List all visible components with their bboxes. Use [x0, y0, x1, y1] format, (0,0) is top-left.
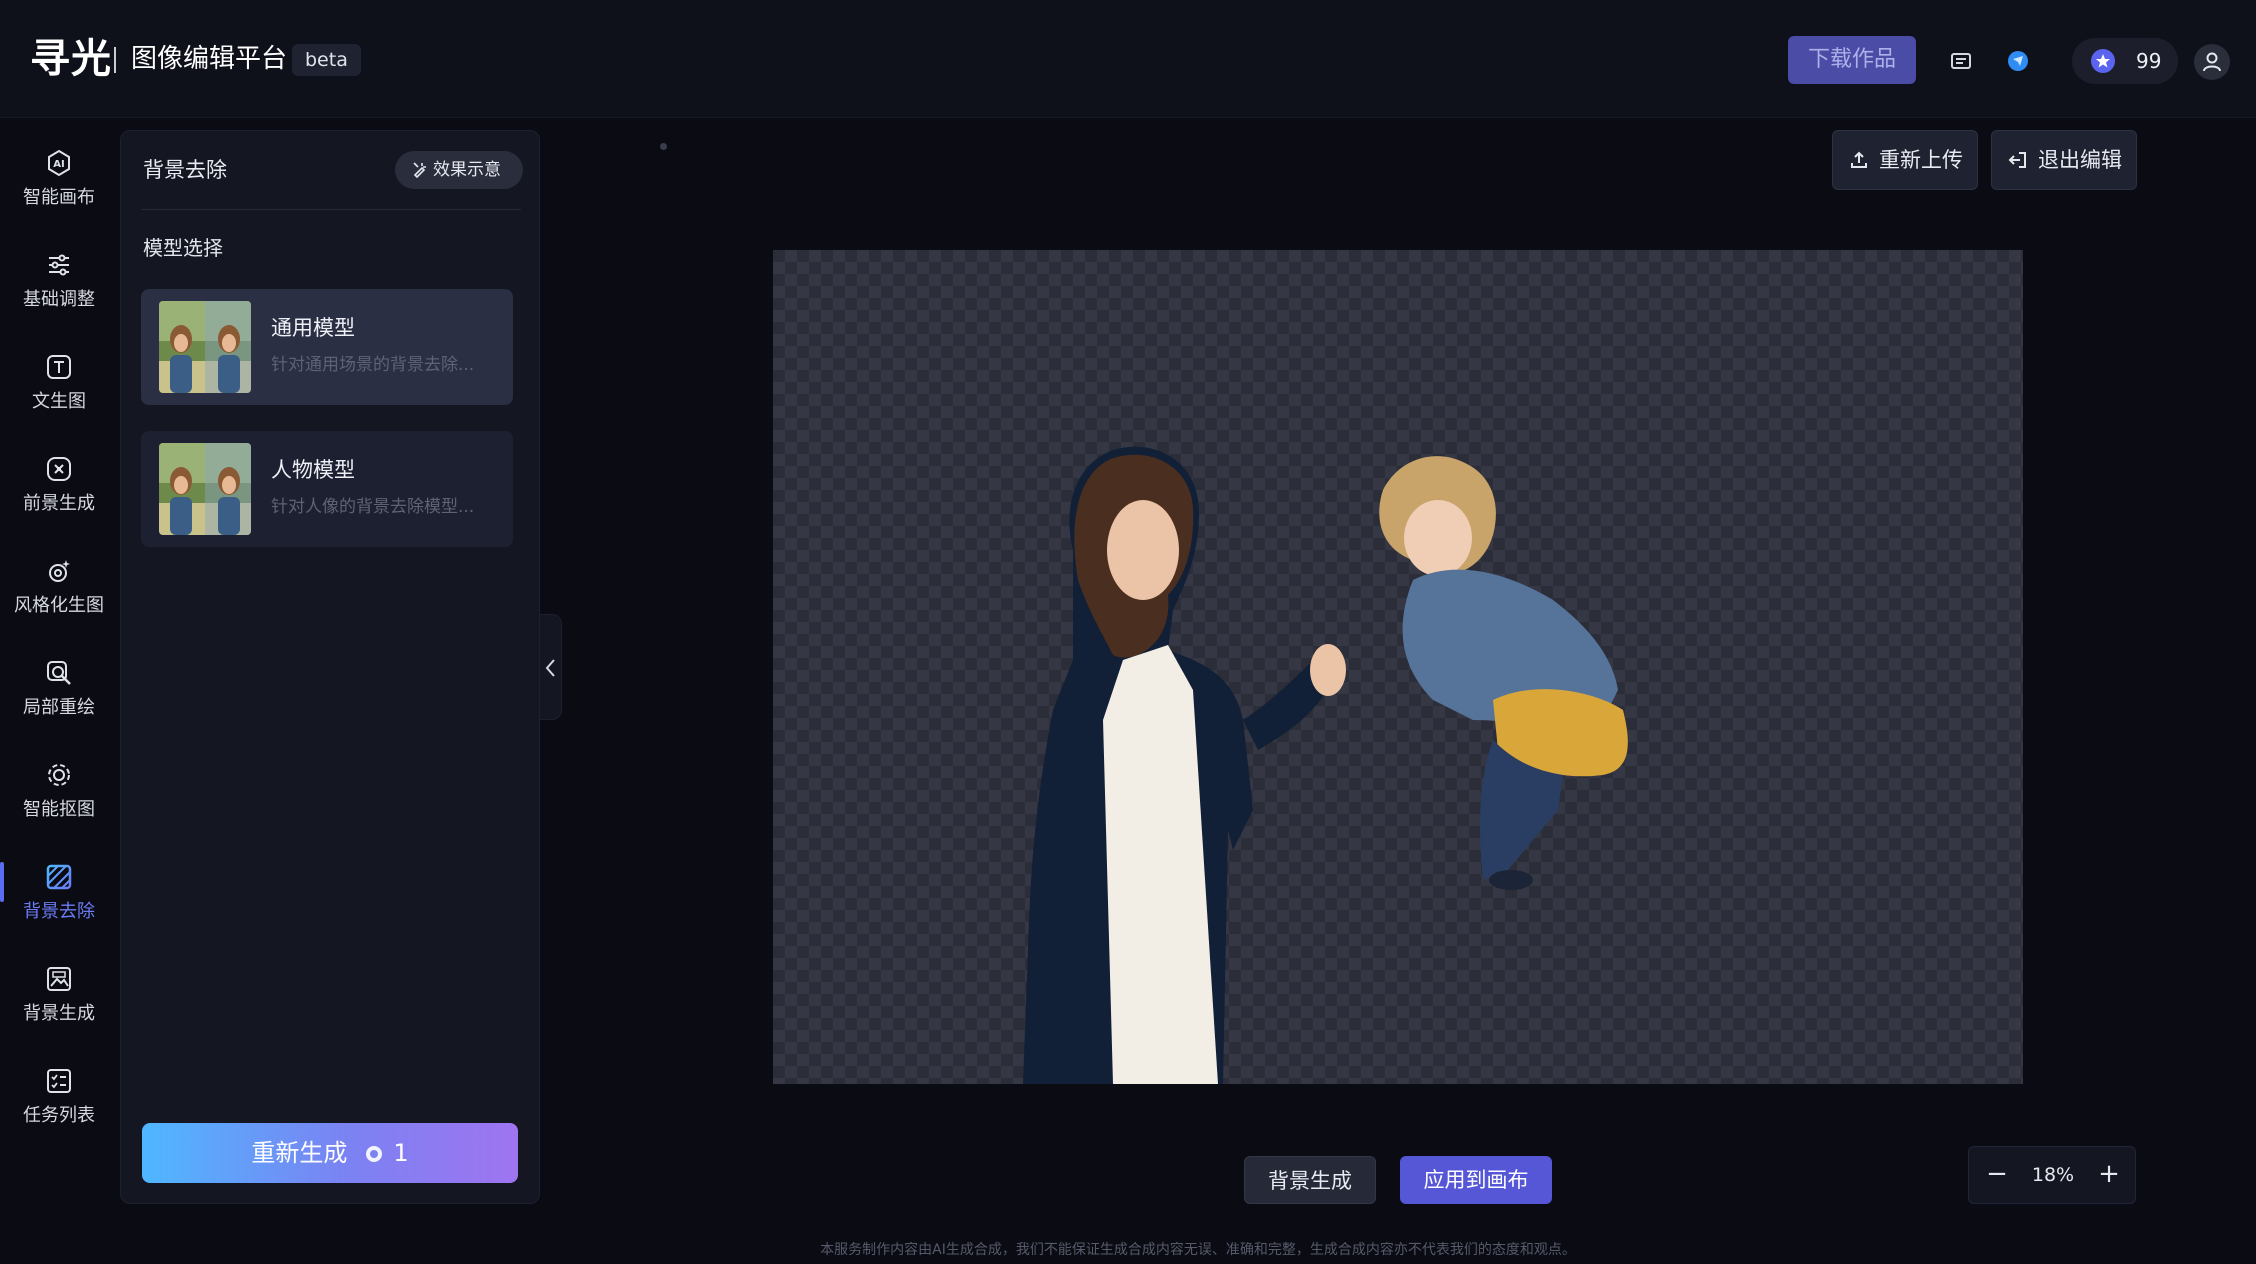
sliders-icon: [44, 250, 74, 280]
nav-item-task-list[interactable]: 任务列表: [0, 1048, 118, 1144]
platform-title: 图像编辑平台: [131, 44, 288, 74]
nav-label: 局部重绘: [23, 697, 95, 718]
active-indicator: [0, 862, 4, 902]
exit-edit-button[interactable]: 退出编辑: [1991, 130, 2137, 190]
nav-item-local-repaint[interactable]: 局部重绘: [0, 640, 118, 736]
nav-item-text-to-image[interactable]: 文生图: [0, 334, 118, 430]
nav-label: 智能画布: [23, 187, 95, 208]
indicator-dot: [660, 143, 667, 150]
nav-item-smart-cutout[interactable]: 智能抠图: [0, 742, 118, 838]
task-list-icon: [44, 1066, 74, 1096]
nav-label: 背景生成: [23, 1003, 95, 1024]
magic-wand-icon: [413, 162, 426, 179]
nav-label: 背景去除: [23, 901, 95, 922]
text-icon: [44, 352, 74, 382]
nav-item-basic-adjust[interactable]: 基础调整: [0, 232, 118, 328]
nav-item-bg-generate[interactable]: 背景生成: [0, 946, 118, 1042]
bg-generate-icon: [44, 964, 74, 994]
model-card-portrait[interactable]: 人物模型 针对人像的背景去除模型...: [141, 431, 513, 547]
style-icon: [44, 556, 74, 586]
example-label: 效果示意: [433, 160, 501, 180]
exit-edit-label: 退出编辑: [2038, 148, 2122, 172]
message-icon[interactable]: [1948, 48, 1974, 74]
bg-generate-button[interactable]: 背景生成: [1244, 1156, 1376, 1204]
download-button[interactable]: 下载作品: [1788, 36, 1916, 84]
section-label: 模型选择: [143, 236, 223, 260]
credits-pill[interactable]: 99: [2072, 38, 2178, 84]
model-description: 针对人像的背景去除模型...: [271, 497, 475, 517]
foreground-icon: [44, 454, 74, 484]
divider: [141, 209, 521, 210]
panel-title: 背景去除: [143, 158, 227, 182]
svg-text:AI: AI: [53, 159, 64, 170]
collapse-panel-button[interactable]: [540, 614, 562, 720]
apply-to-canvas-button[interactable]: 应用到画布: [1400, 1156, 1552, 1204]
model-name: 通用模型: [271, 316, 355, 340]
nav-item-foreground-generate[interactable]: 前景生成: [0, 436, 118, 532]
logo-divider: [114, 47, 116, 73]
bg-remove-icon: [44, 862, 74, 892]
nav-label: 任务列表: [23, 1105, 95, 1126]
regenerate-label: 重新生成: [251, 1139, 348, 1167]
left-nav: AI 智能画布 基础调整 文生图 前景生成 风格化生图 局部重绘 智能抠图 背景…: [0, 118, 118, 1264]
top-bar: 寻光 图像编辑平台 beta 下载作品 99: [0, 0, 2256, 118]
regenerate-cost: 1: [393, 1139, 409, 1167]
bg-remove-panel: 背景去除 效果示意 模型选择 通用模型 针对通用场景的背景去除... 人物模型 …: [120, 130, 540, 1204]
discord-icon[interactable]: [2005, 48, 2031, 74]
logo: 寻光: [30, 36, 112, 82]
upload-icon: [1851, 151, 1867, 168]
exit-icon: [2008, 152, 2026, 168]
reupload-button[interactable]: 重新上传: [1832, 130, 1978, 190]
star-coin-icon: [2090, 48, 2116, 74]
zoom-in-button[interactable]: +: [2093, 1159, 2125, 1191]
beta-badge: beta: [292, 44, 361, 76]
nav-label: 文生图: [32, 391, 86, 412]
zoom-out-button[interactable]: −: [1981, 1159, 2013, 1191]
zoom-level: 18%: [2031, 1164, 2075, 1186]
credits-count: 99: [2136, 49, 2162, 73]
cutout-icon: [44, 760, 74, 790]
nav-label: 基础调整: [23, 289, 95, 310]
example-button[interactable]: 效果示意: [395, 151, 523, 189]
zoom-control: − 18% +: [1968, 1146, 2136, 1204]
nav-label: 前景生成: [23, 493, 95, 514]
user-avatar[interactable]: [2194, 44, 2230, 80]
nav-item-stylize[interactable]: 风格化生图: [0, 538, 118, 634]
nav-label: 风格化生图: [14, 595, 104, 616]
nav-item-bg-remove[interactable]: 背景去除: [0, 844, 118, 940]
reupload-label: 重新上传: [1879, 148, 1963, 172]
ai-icon: AI: [44, 148, 74, 178]
coin-icon: [365, 1125, 383, 1185]
repaint-icon: [44, 658, 74, 688]
model-name: 人物模型: [271, 458, 355, 482]
nav-item-smart-canvas[interactable]: AI 智能画布: [0, 130, 118, 226]
ai-disclaimer: 本服务制作内容由AI生成合成，我们不能保证生成合成内容无误、准确和完整，生成合成…: [820, 1242, 1576, 1258]
model-thumbnail: [159, 301, 251, 393]
nav-label: 智能抠图: [23, 799, 95, 820]
model-description: 针对通用场景的背景去除...: [271, 355, 475, 375]
model-thumbnail: [159, 443, 251, 535]
image-canvas[interactable]: [773, 250, 2023, 1084]
model-card-general[interactable]: 通用模型 针对通用场景的背景去除...: [141, 289, 513, 405]
chevron-left-icon: [545, 659, 555, 677]
cutout-image: [1023, 446, 1628, 1084]
regenerate-button[interactable]: 重新生成 1: [142, 1123, 518, 1183]
user-icon: [2203, 52, 2221, 72]
